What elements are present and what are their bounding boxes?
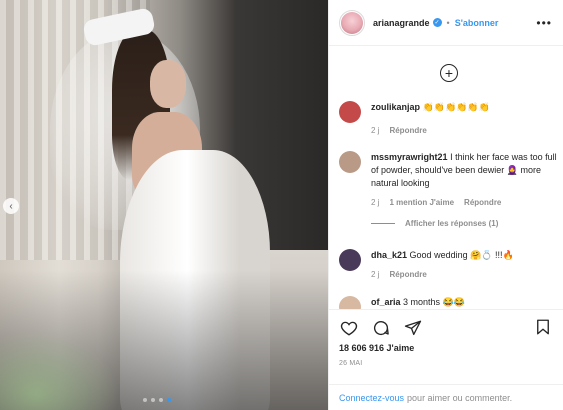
action-icons	[339, 318, 423, 338]
comment-avatar[interactable]	[339, 151, 361, 173]
chevron-left-icon[interactable]: ‹	[3, 198, 19, 214]
view-replies-label[interactable]: Afficher les réponses (1)	[405, 219, 498, 228]
comment-avatar[interactable]	[339, 101, 361, 123]
heart-icon[interactable]	[339, 318, 359, 338]
photo-plant	[0, 330, 120, 410]
post-panel: arianagrande ✓ • S'abonner ••• + zoulika…	[328, 0, 563, 410]
comment-username[interactable]: zoulikanjap	[371, 102, 420, 112]
author-username[interactable]: arianagrande	[373, 18, 430, 28]
more-options-icon[interactable]: •••	[536, 16, 552, 30]
comment-meta: 2 j 1 mention J'aime Répondre	[371, 198, 559, 207]
comment-meta: 2 j Répondre	[371, 126, 490, 135]
comment-time[interactable]: 2 j	[371, 198, 379, 207]
comment-likes[interactable]: 1 mention J'aime	[389, 198, 454, 207]
comment-text: zoulikanjap 👏👏👏👏👏👏	[371, 101, 490, 114]
login-prompt-text: pour aimer ou commenter.	[407, 393, 513, 403]
comment: mssmyrawright21 I think her face was too…	[339, 151, 559, 228]
comment-icon[interactable]	[371, 318, 391, 338]
follow-button[interactable]: S'abonner	[455, 18, 499, 28]
carousel-dots	[143, 398, 171, 402]
reply-button[interactable]: Répondre	[464, 198, 501, 207]
share-icon[interactable]	[403, 318, 423, 338]
post-actions: 18 606 916 J'aime 26 MAI Connectez-vous …	[329, 309, 563, 410]
carousel-dot	[151, 398, 155, 402]
comment-text: mssmyrawright21 I think her face was too…	[371, 151, 559, 190]
comment-time[interactable]: 2 j	[371, 126, 379, 135]
post-photo[interactable]: ‹	[0, 0, 328, 410]
post-date[interactable]: 26 MAI	[339, 360, 362, 367]
header-separator: •	[446, 17, 450, 28]
view-replies[interactable]: Afficher les réponses (1)	[371, 219, 559, 228]
comment-username[interactable]: dha_k21	[371, 250, 407, 260]
comment-username[interactable]: of_aria	[371, 297, 401, 307]
comment-avatar[interactable]	[339, 249, 361, 271]
comment-time[interactable]: 2 j	[371, 270, 379, 279]
replies-divider	[371, 223, 395, 224]
post-header: arianagrande ✓ • S'abonner •••	[329, 0, 563, 46]
comment-text: dha_k21 Good wedding 🤗💍 !!!🔥	[371, 249, 514, 262]
reply-button[interactable]: Répondre	[389, 126, 426, 135]
likes-count[interactable]: 18 606 916 J'aime	[339, 343, 414, 353]
comment-content: Good wedding 🤗💍 !!!🔥	[409, 250, 514, 260]
comment: dha_k21 Good wedding 🤗💍 !!!🔥 2 j Répondr…	[339, 249, 559, 279]
load-more-comments-icon[interactable]: +	[440, 64, 458, 82]
comment-meta: 2 j Répondre	[371, 270, 514, 279]
comment-username[interactable]: mssmyrawright21	[371, 152, 448, 162]
carousel-dot-active	[167, 398, 171, 402]
author-avatar[interactable]	[339, 9, 365, 36]
reply-button[interactable]: Répondre	[389, 270, 426, 279]
photo-face	[150, 60, 186, 108]
carousel-dot	[159, 398, 163, 402]
comment-content: 👏👏👏👏👏👏	[422, 102, 490, 112]
login-prompt: Connectez-vous pour aimer ou commenter.	[329, 384, 563, 410]
carousel-dot	[143, 398, 147, 402]
login-link[interactable]: Connectez-vous	[339, 393, 404, 403]
comment: zoulikanjap 👏👏👏👏👏👏 2 j Répondre	[339, 101, 559, 135]
instagram-post: ‹ arianagrande ✓ • S'abonner ••• + zouli…	[0, 0, 563, 410]
bookmark-icon[interactable]	[534, 318, 554, 338]
comment-content: 3 months 😂😂	[403, 297, 465, 307]
avatar-image	[341, 11, 363, 34]
comment-text: of_aria 3 months 😂😂	[371, 296, 465, 309]
verified-badge-icon: ✓	[432, 18, 442, 27]
